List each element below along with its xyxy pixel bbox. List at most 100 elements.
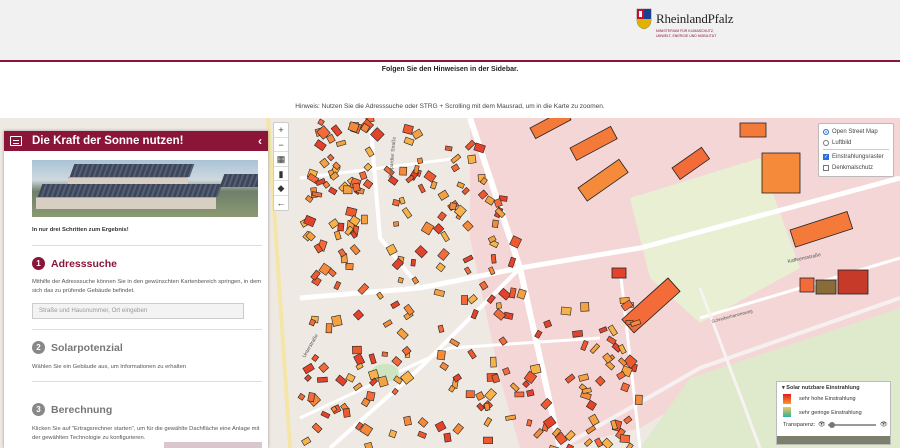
building[interactable] (368, 353, 377, 365)
building[interactable] (619, 434, 631, 444)
building[interactable] (311, 422, 323, 434)
building[interactable] (420, 221, 435, 236)
building[interactable] (491, 373, 501, 384)
building[interactable] (410, 258, 416, 267)
building[interactable] (362, 178, 374, 190)
building[interactable] (417, 417, 429, 428)
building[interactable] (450, 153, 462, 164)
building[interactable] (483, 436, 493, 444)
building[interactable] (399, 166, 408, 176)
transparency-slider[interactable] (828, 424, 876, 426)
building[interactable] (483, 402, 491, 411)
overlay-monument[interactable]: Denkmalschutz (823, 162, 889, 173)
book-icon[interactable]: ▮ (274, 167, 288, 181)
zoom-out-button[interactable]: − (274, 138, 288, 152)
base-layer-aerial[interactable]: Luftbild (823, 137, 889, 148)
building[interactable] (328, 218, 340, 230)
building[interactable] (423, 170, 437, 183)
building[interactable] (396, 327, 409, 340)
start-calculator-button[interactable] (164, 442, 262, 448)
building[interactable] (353, 353, 366, 367)
radio-selected[interactable] (823, 128, 829, 135)
building[interactable] (436, 349, 446, 361)
building[interactable] (333, 230, 342, 241)
building[interactable] (333, 280, 342, 291)
building[interactable] (475, 391, 485, 401)
building[interactable] (326, 153, 335, 162)
building[interactable] (382, 319, 393, 328)
step-3-calculation[interactable]: 3 Berechnung (32, 401, 262, 419)
building[interactable] (397, 277, 404, 284)
step-1-address-search[interactable]: 1 Adresssuche (32, 255, 262, 273)
building[interactable] (484, 388, 498, 402)
building[interactable] (495, 302, 502, 309)
building[interactable] (467, 348, 477, 360)
building[interactable] (301, 436, 312, 447)
menu-icon[interactable] (10, 136, 22, 146)
building[interactable] (403, 303, 415, 316)
legend-title[interactable]: ▾ Solar nutzbare Einstrahlung (782, 385, 860, 391)
building[interactable] (439, 361, 449, 371)
building[interactable] (297, 392, 306, 401)
building[interactable] (381, 351, 389, 357)
building[interactable] (465, 390, 475, 399)
building[interactable] (411, 128, 424, 140)
building[interactable] (342, 407, 351, 418)
building[interactable] (437, 324, 445, 333)
building[interactable] (318, 362, 330, 373)
building[interactable] (623, 442, 634, 448)
building[interactable] (491, 219, 499, 229)
building[interactable] (393, 221, 400, 227)
building[interactable] (437, 189, 450, 201)
building[interactable] (330, 124, 343, 137)
building[interactable] (302, 362, 315, 375)
building[interactable] (440, 230, 450, 243)
step-2-solar-potential[interactable]: 2 Solarpotenzial (32, 339, 262, 357)
overlay-irradiation[interactable]: ✓ Einstrahlungsraster (823, 151, 889, 162)
building[interactable] (352, 309, 365, 321)
building[interactable] (463, 266, 472, 275)
building[interactable] (452, 423, 464, 435)
checkbox-checked[interactable]: ✓ (823, 153, 829, 160)
building[interactable] (514, 391, 525, 398)
building[interactable] (594, 437, 604, 448)
building[interactable] (456, 181, 465, 189)
building[interactable] (345, 206, 358, 218)
back-arrow-icon[interactable]: ← (274, 196, 288, 211)
building[interactable] (317, 118, 325, 126)
building[interactable] (560, 306, 572, 316)
building[interactable] (402, 123, 414, 135)
location-icon[interactable]: ◆ (274, 181, 288, 196)
building[interactable] (483, 417, 493, 427)
building[interactable] (390, 300, 401, 310)
building[interactable] (403, 415, 412, 426)
building[interactable] (304, 374, 312, 382)
building[interactable] (489, 356, 497, 368)
building[interactable] (470, 309, 479, 320)
building[interactable] (328, 186, 338, 196)
building[interactable] (345, 262, 354, 271)
building[interactable] (316, 376, 328, 383)
building[interactable] (403, 136, 415, 146)
building[interactable] (416, 157, 424, 165)
chevron-left-icon[interactable]: ‹ (252, 134, 268, 148)
building[interactable] (392, 198, 401, 207)
building[interactable] (319, 157, 330, 169)
building[interactable] (352, 345, 362, 355)
building[interactable] (335, 374, 348, 387)
building[interactable] (437, 248, 450, 261)
building[interactable] (320, 410, 331, 419)
building[interactable] (349, 244, 361, 256)
building[interactable] (443, 432, 452, 443)
checkbox[interactable] (823, 164, 829, 171)
state-logo[interactable]: RheinlandPfalz Ministerium für Klimaschu… (636, 8, 756, 54)
building[interactable] (467, 154, 477, 165)
building[interactable] (388, 429, 398, 439)
building[interactable] (462, 254, 474, 264)
building[interactable] (601, 437, 614, 448)
building[interactable] (435, 262, 446, 273)
building[interactable] (476, 402, 485, 412)
building[interactable] (314, 139, 327, 152)
building[interactable] (449, 338, 460, 348)
building[interactable] (580, 302, 590, 312)
